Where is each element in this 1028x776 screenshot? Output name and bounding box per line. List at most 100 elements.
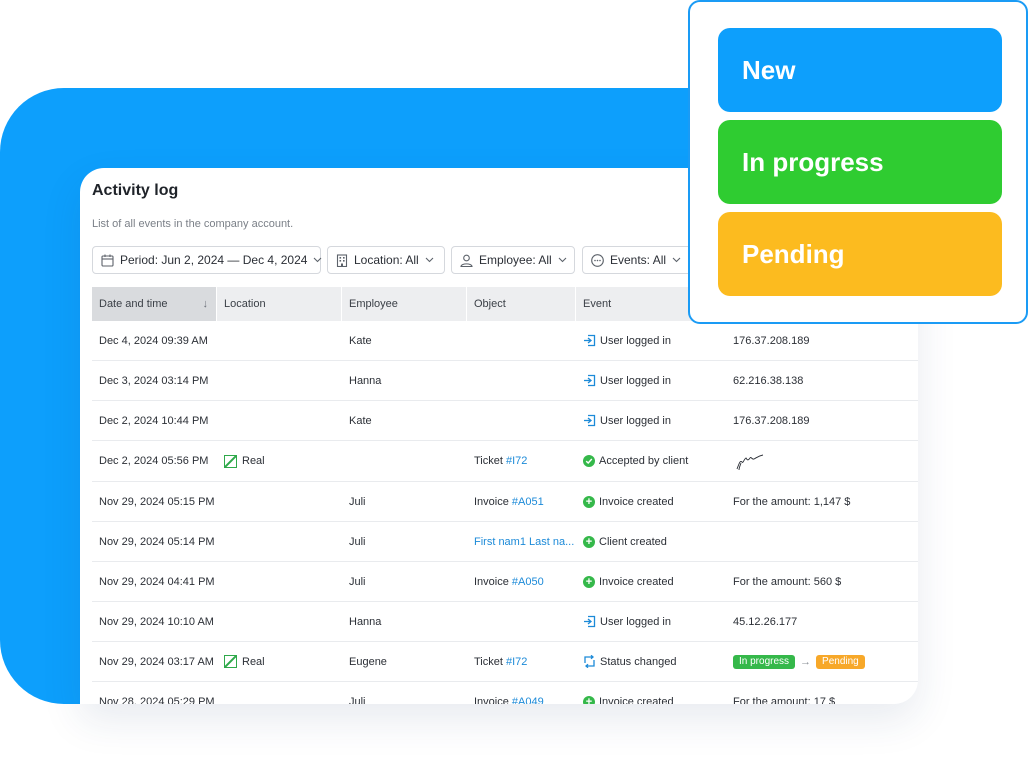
login-icon — [583, 374, 596, 387]
plus-circle-icon: + — [583, 575, 595, 588]
page-title: Activity log — [92, 182, 179, 199]
cell-object: Ticket #I72 — [467, 642, 576, 681]
event-label: Status changed — [600, 655, 677, 668]
table-row[interactable]: Nov 29, 2024 10:10 AM Hanna User logged … — [92, 602, 918, 642]
chevron-down-icon — [425, 257, 434, 263]
table-row[interactable]: Nov 29, 2024 05:14 PM Juli First nam1 La… — [92, 522, 918, 562]
column-header-datetime[interactable]: Date and time ↓ — [92, 287, 216, 321]
location-label: Real — [242, 655, 265, 668]
sort-arrow-down-icon: ↓ — [202, 298, 209, 310]
plus-circle-icon: + — [583, 535, 595, 548]
status-option-new[interactable]: New — [718, 28, 1002, 112]
status-option-pending[interactable]: Pending — [718, 212, 1002, 296]
object-link[interactable]: First nam1 Last na... — [474, 536, 574, 548]
object-link[interactable]: #I72 — [506, 455, 527, 467]
column-header-label: Object — [474, 298, 506, 310]
event-label: User logged in — [600, 615, 671, 628]
location-stripe-icon — [224, 655, 237, 668]
arrow-right-icon: → — [800, 655, 812, 668]
events-filter[interactable]: Events: All — [582, 246, 692, 274]
table-row[interactable]: Dec 2, 2024 10:44 PM Kate User logged in… — [92, 401, 918, 441]
cell-datetime: Dec 2, 2024 10:44 PM — [99, 414, 209, 427]
object-link[interactable]: #I72 — [506, 656, 527, 668]
cell-details: In progress → Pending — [726, 642, 918, 681]
cell-details: For the amount: 560 $ — [733, 575, 842, 588]
cell-datetime: Nov 29, 2024 05:15 PM — [99, 495, 215, 508]
login-icon — [583, 414, 596, 427]
cell-object: Ticket #I72 — [467, 441, 576, 481]
object-type: Invoice — [474, 695, 509, 705]
cell-object: Invoice #A050 — [467, 562, 576, 601]
cell-details: 176.37.208.189 — [733, 414, 810, 427]
cell-employee: Juli — [349, 495, 366, 508]
cell-event: User logged in — [576, 361, 726, 400]
cell-location: Real — [217, 642, 342, 681]
table-row[interactable]: Nov 29, 2024 04:41 PM Juli Invoice #A050… — [92, 562, 918, 602]
cell-datetime: Nov 29, 2024 03:17 AM — [99, 655, 214, 668]
cell-object: First nam1 Last na... — [467, 522, 576, 561]
cell-employee: Kate — [349, 334, 372, 347]
cell-employee: Juli — [349, 695, 366, 705]
table-row[interactable]: Nov 29, 2024 03:17 AM Real Eugene Ticket… — [92, 642, 918, 682]
cell-datetime: Dec 2, 2024 05:56 PM — [99, 455, 209, 467]
object-link[interactable]: #A049 — [512, 696, 544, 705]
client-signature — [736, 454, 764, 471]
cell-employee: Juli — [349, 535, 366, 548]
cell-event: User logged in — [576, 602, 726, 641]
cell-employee: Eugene — [349, 655, 387, 668]
person-icon — [460, 254, 473, 267]
event-label: User logged in — [600, 374, 671, 387]
column-header-employee[interactable]: Employee — [342, 287, 466, 321]
cell-details: 176.37.208.189 — [733, 334, 810, 347]
page-subtitle: List of all events in the company accoun… — [92, 218, 294, 230]
chevron-down-icon — [672, 257, 681, 263]
login-icon — [583, 615, 596, 628]
event-label: Invoice created — [599, 695, 674, 705]
cell-employee: Kate — [349, 414, 372, 427]
events-filter-label: Events: All — [610, 253, 667, 267]
cell-details: For the amount: 1,147 $ — [733, 495, 851, 508]
refresh-icon — [583, 655, 596, 668]
plus-circle-icon: + — [583, 695, 595, 704]
event-label: Invoice created — [599, 575, 674, 588]
cell-details — [726, 441, 918, 481]
event-label: User logged in — [600, 414, 671, 427]
cell-details: For the amount: 17 $ — [733, 695, 836, 705]
object-link[interactable]: #A051 — [512, 496, 544, 508]
location-stripe-icon — [224, 454, 237, 468]
cell-object: Invoice #A049 — [467, 682, 576, 705]
cell-event: + Client created — [576, 522, 726, 561]
status-option-in-progress[interactable]: In progress — [718, 120, 1002, 204]
cell-details: 45.12.26.177 — [733, 615, 798, 628]
chevron-down-icon — [558, 257, 567, 263]
object-link[interactable]: #A050 — [512, 576, 544, 588]
table-row[interactable]: Dec 2, 2024 05:56 PM Real Ticket #I72 Ac… — [92, 441, 918, 482]
table-row[interactable]: Nov 28, 2024 05:29 PM Juli Invoice #A049… — [92, 682, 918, 704]
column-header-label: Date and time — [99, 298, 168, 310]
cell-employee: Hanna — [349, 615, 382, 628]
column-header-location[interactable]: Location — [217, 287, 341, 321]
period-filter[interactable]: Period: Jun 2, 2024 — Dec 4, 2024 — [92, 246, 322, 274]
cell-employee: Juli — [349, 575, 366, 588]
table-row[interactable]: Dec 3, 2024 03:14 PM Hanna User logged i… — [92, 361, 918, 401]
object-type: Ticket — [474, 655, 503, 668]
column-header-label: Location — [224, 298, 266, 310]
status-options-panel: New In progress Pending — [688, 0, 1028, 324]
cell-event: + Invoice created — [576, 562, 726, 601]
object-type: Invoice — [474, 575, 509, 588]
location-filter[interactable]: Location: All — [327, 246, 445, 274]
event-label: Client created — [599, 535, 667, 548]
table-row[interactable]: Nov 29, 2024 05:15 PM Juli Invoice #A051… — [92, 482, 918, 522]
cell-datetime: Nov 29, 2024 04:41 PM — [99, 575, 215, 588]
table-row[interactable]: Dec 4, 2024 09:39 AM Kate User logged in… — [92, 321, 918, 361]
chevron-down-icon — [313, 257, 322, 263]
calendar-icon — [101, 254, 114, 267]
period-filter-label: Period: Jun 2, 2024 — Dec 4, 2024 — [120, 253, 308, 267]
cell-event: + Invoice created — [576, 482, 726, 521]
employee-filter[interactable]: Employee: All — [451, 246, 575, 274]
check-circle-icon — [583, 455, 595, 467]
column-header-label: Employee — [349, 298, 398, 310]
employee-filter-label: Employee: All — [479, 253, 552, 267]
column-header-object[interactable]: Object — [467, 287, 575, 321]
cell-datetime: Dec 3, 2024 03:14 PM — [99, 374, 209, 387]
